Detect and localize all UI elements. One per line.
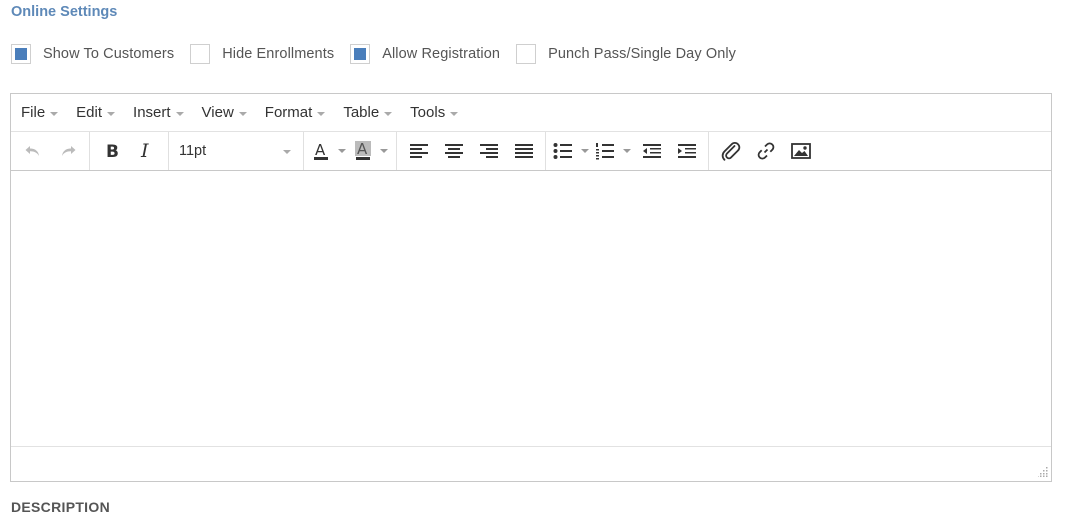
- online-settings-title: Online Settings: [11, 4, 118, 20]
- menu-edit[interactable]: Edit: [76, 104, 116, 121]
- menu-file[interactable]: File: [21, 104, 59, 121]
- checkbox-box[interactable]: [190, 44, 211, 64]
- indent-button[interactable]: [669, 136, 704, 166]
- checkbox-box[interactable]: [516, 44, 537, 64]
- redo-button[interactable]: [50, 136, 85, 166]
- background-color-icon: A: [355, 141, 371, 160]
- checkbox-label: Allow Registration: [382, 46, 501, 62]
- svg-text:B: B: [106, 142, 119, 160]
- chevron-down-icon: [317, 111, 326, 116]
- align-center-button[interactable]: [436, 136, 471, 166]
- chevron-down-icon: [581, 149, 589, 153]
- chevron-down-icon: [50, 111, 59, 116]
- editor-menubar: File Edit Insert View Format Table Tools: [11, 94, 1051, 132]
- menu-insert[interactable]: Insert: [133, 104, 184, 121]
- font-size-select[interactable]: 11pt: [173, 136, 299, 166]
- editor-statusbar: [11, 447, 1051, 480]
- editor-toolbar: B I 11pt A A: [11, 132, 1051, 171]
- checkbox-box[interactable]: [11, 44, 31, 64]
- align-right-button[interactable]: [471, 136, 506, 166]
- align-justify-button[interactable]: [506, 136, 541, 166]
- align-left-button[interactable]: [401, 136, 436, 166]
- bold-button[interactable]: B: [94, 136, 129, 166]
- numbered-list-button[interactable]: [592, 136, 634, 166]
- bullet-list-icon: [553, 143, 572, 159]
- menu-tools[interactable]: Tools: [410, 104, 459, 121]
- chevron-down-icon: [238, 111, 247, 116]
- background-color-button[interactable]: A: [350, 136, 392, 166]
- italic-icon: I: [140, 142, 149, 160]
- punch-pass-single-day-checkbox[interactable]: Punch Pass/Single Day Only: [516, 44, 736, 64]
- outdent-icon: [642, 144, 661, 158]
- checkbox-box[interactable]: [350, 44, 371, 64]
- attachment-button[interactable]: [713, 136, 748, 166]
- bold-icon: B: [106, 142, 119, 160]
- chevron-down-icon: [283, 150, 291, 154]
- chevron-down-icon: [338, 149, 346, 153]
- checkbox-label: Show To Customers: [43, 46, 175, 62]
- color-group: A A: [304, 132, 397, 170]
- allow-registration-checkbox[interactable]: Allow Registration: [350, 44, 500, 64]
- bullet-list-button[interactable]: [550, 136, 592, 166]
- numbered-list-icon: [596, 143, 614, 160]
- outdent-button[interactable]: [634, 136, 669, 166]
- italic-button[interactable]: I: [129, 136, 164, 166]
- chevron-down-icon: [107, 111, 116, 116]
- font-size-group: 11pt: [169, 132, 304, 170]
- history-group: [11, 132, 90, 170]
- chevron-down-icon: [175, 111, 184, 116]
- link-icon: [757, 142, 774, 160]
- editor-content-area[interactable]: [11, 171, 1051, 447]
- rich-text-editor: File Edit Insert View Format Table Tools…: [10, 93, 1052, 482]
- chevron-down-icon: [623, 149, 631, 153]
- image-button[interactable]: [783, 136, 818, 166]
- align-justify-icon: [514, 144, 533, 158]
- description-label: DESCRIPTION: [11, 499, 110, 515]
- online-settings-checkboxes: Show To Customers Hide Enrollments Allow…: [11, 43, 752, 65]
- chevron-down-icon: [384, 111, 393, 116]
- svg-text:I: I: [140, 142, 149, 160]
- checkbox-label: Punch Pass/Single Day Only: [548, 46, 737, 62]
- redo-icon: [61, 146, 75, 156]
- undo-button[interactable]: [15, 136, 50, 166]
- align-center-icon: [444, 144, 463, 158]
- list-indent-group: [546, 132, 709, 170]
- chevron-down-icon: [450, 111, 459, 116]
- menu-format[interactable]: Format: [265, 104, 326, 121]
- show-to-customers-checkbox[interactable]: Show To Customers: [11, 44, 174, 64]
- resize-handle-icon[interactable]: [1038, 467, 1048, 477]
- image-icon: [790, 143, 811, 159]
- text-color-button[interactable]: A: [308, 136, 350, 166]
- svg-text:A: A: [315, 141, 326, 159]
- text-color-icon: A: [314, 141, 328, 160]
- align-left-icon: [409, 144, 428, 158]
- svg-text:A: A: [357, 141, 368, 158]
- align-right-icon: [479, 144, 498, 158]
- menu-view[interactable]: View: [202, 104, 247, 121]
- undo-icon: [25, 146, 39, 156]
- insert-group: [709, 132, 822, 170]
- menu-table[interactable]: Table: [343, 104, 393, 121]
- alignment-group: [397, 132, 546, 170]
- link-button[interactable]: [748, 136, 783, 166]
- chevron-down-icon: [380, 149, 388, 153]
- hide-enrollments-checkbox[interactable]: Hide Enrollments: [190, 44, 334, 64]
- attachment-icon: [721, 141, 740, 161]
- format-group: B I: [90, 132, 169, 170]
- checkbox-label: Hide Enrollments: [222, 46, 335, 62]
- indent-icon: [677, 144, 696, 158]
